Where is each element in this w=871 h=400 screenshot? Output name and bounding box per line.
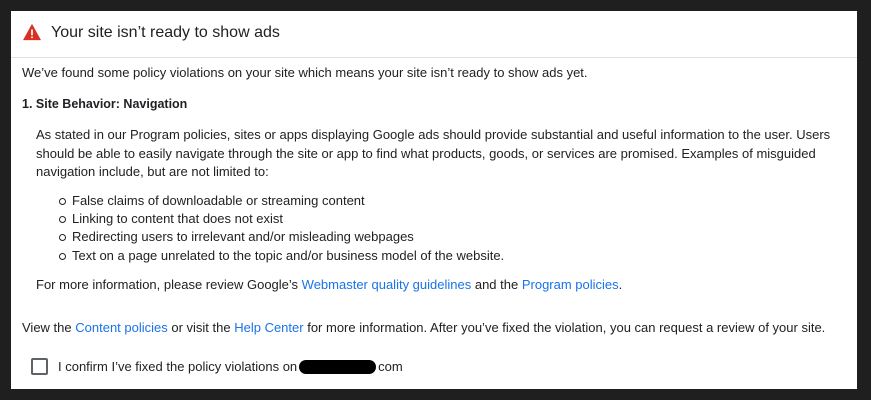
more-info-prefix: For more information, please review Goog… <box>36 277 302 292</box>
program-policies-link[interactable]: Program policies <box>522 277 619 292</box>
footer-suffix: for more information. After you’ve fixed… <box>303 320 826 335</box>
page-title: Your site isn’t ready to show ads <box>51 24 280 41</box>
more-info-text: For more information, please review Goog… <box>36 277 622 292</box>
content-policies-link[interactable]: Content policies <box>75 320 168 335</box>
confirm-label-suffix: com <box>378 359 403 374</box>
list-item: Redirecting users to irrelevant and/or m… <box>59 228 504 246</box>
confirm-checkbox[interactable] <box>31 358 48 375</box>
intro-text: We’ve found some policy violations on yo… <box>22 65 588 80</box>
footer-middle: or visit the <box>167 320 235 335</box>
more-info-middle: and the <box>471 277 522 292</box>
warning-icon <box>23 23 41 41</box>
footer-text: View the Content policies or visit the H… <box>22 320 825 335</box>
webmaster-guidelines-link[interactable]: Webmaster quality guidelines <box>302 277 472 292</box>
violation-description: As stated in our Program policies, sites… <box>36 127 831 179</box>
more-info-suffix: . <box>618 277 623 292</box>
footer-prefix: View the <box>22 320 76 335</box>
list-item: Text on a page unrelated to the topic an… <box>59 247 504 265</box>
examples-list: False claims of downloadable or streamin… <box>59 192 504 265</box>
list-item: False claims of downloadable or streamin… <box>59 192 504 210</box>
policy-violation-panel: Your site isn’t ready to show ads We’ve … <box>11 11 857 389</box>
panel-header: Your site isn’t ready to show ads <box>11 11 857 58</box>
violation-title: 1. Site Behavior: Navigation <box>22 97 188 111</box>
confirm-fixed-row[interactable]: I confirm I’ve fixed the policy violatio… <box>31 358 403 375</box>
list-item: Linking to content that does not exist <box>59 210 504 228</box>
confirm-label-prefix: I confirm I’ve fixed the policy violatio… <box>58 359 298 374</box>
redacted-domain <box>299 359 377 374</box>
help-center-link[interactable]: Help Center <box>234 320 303 335</box>
